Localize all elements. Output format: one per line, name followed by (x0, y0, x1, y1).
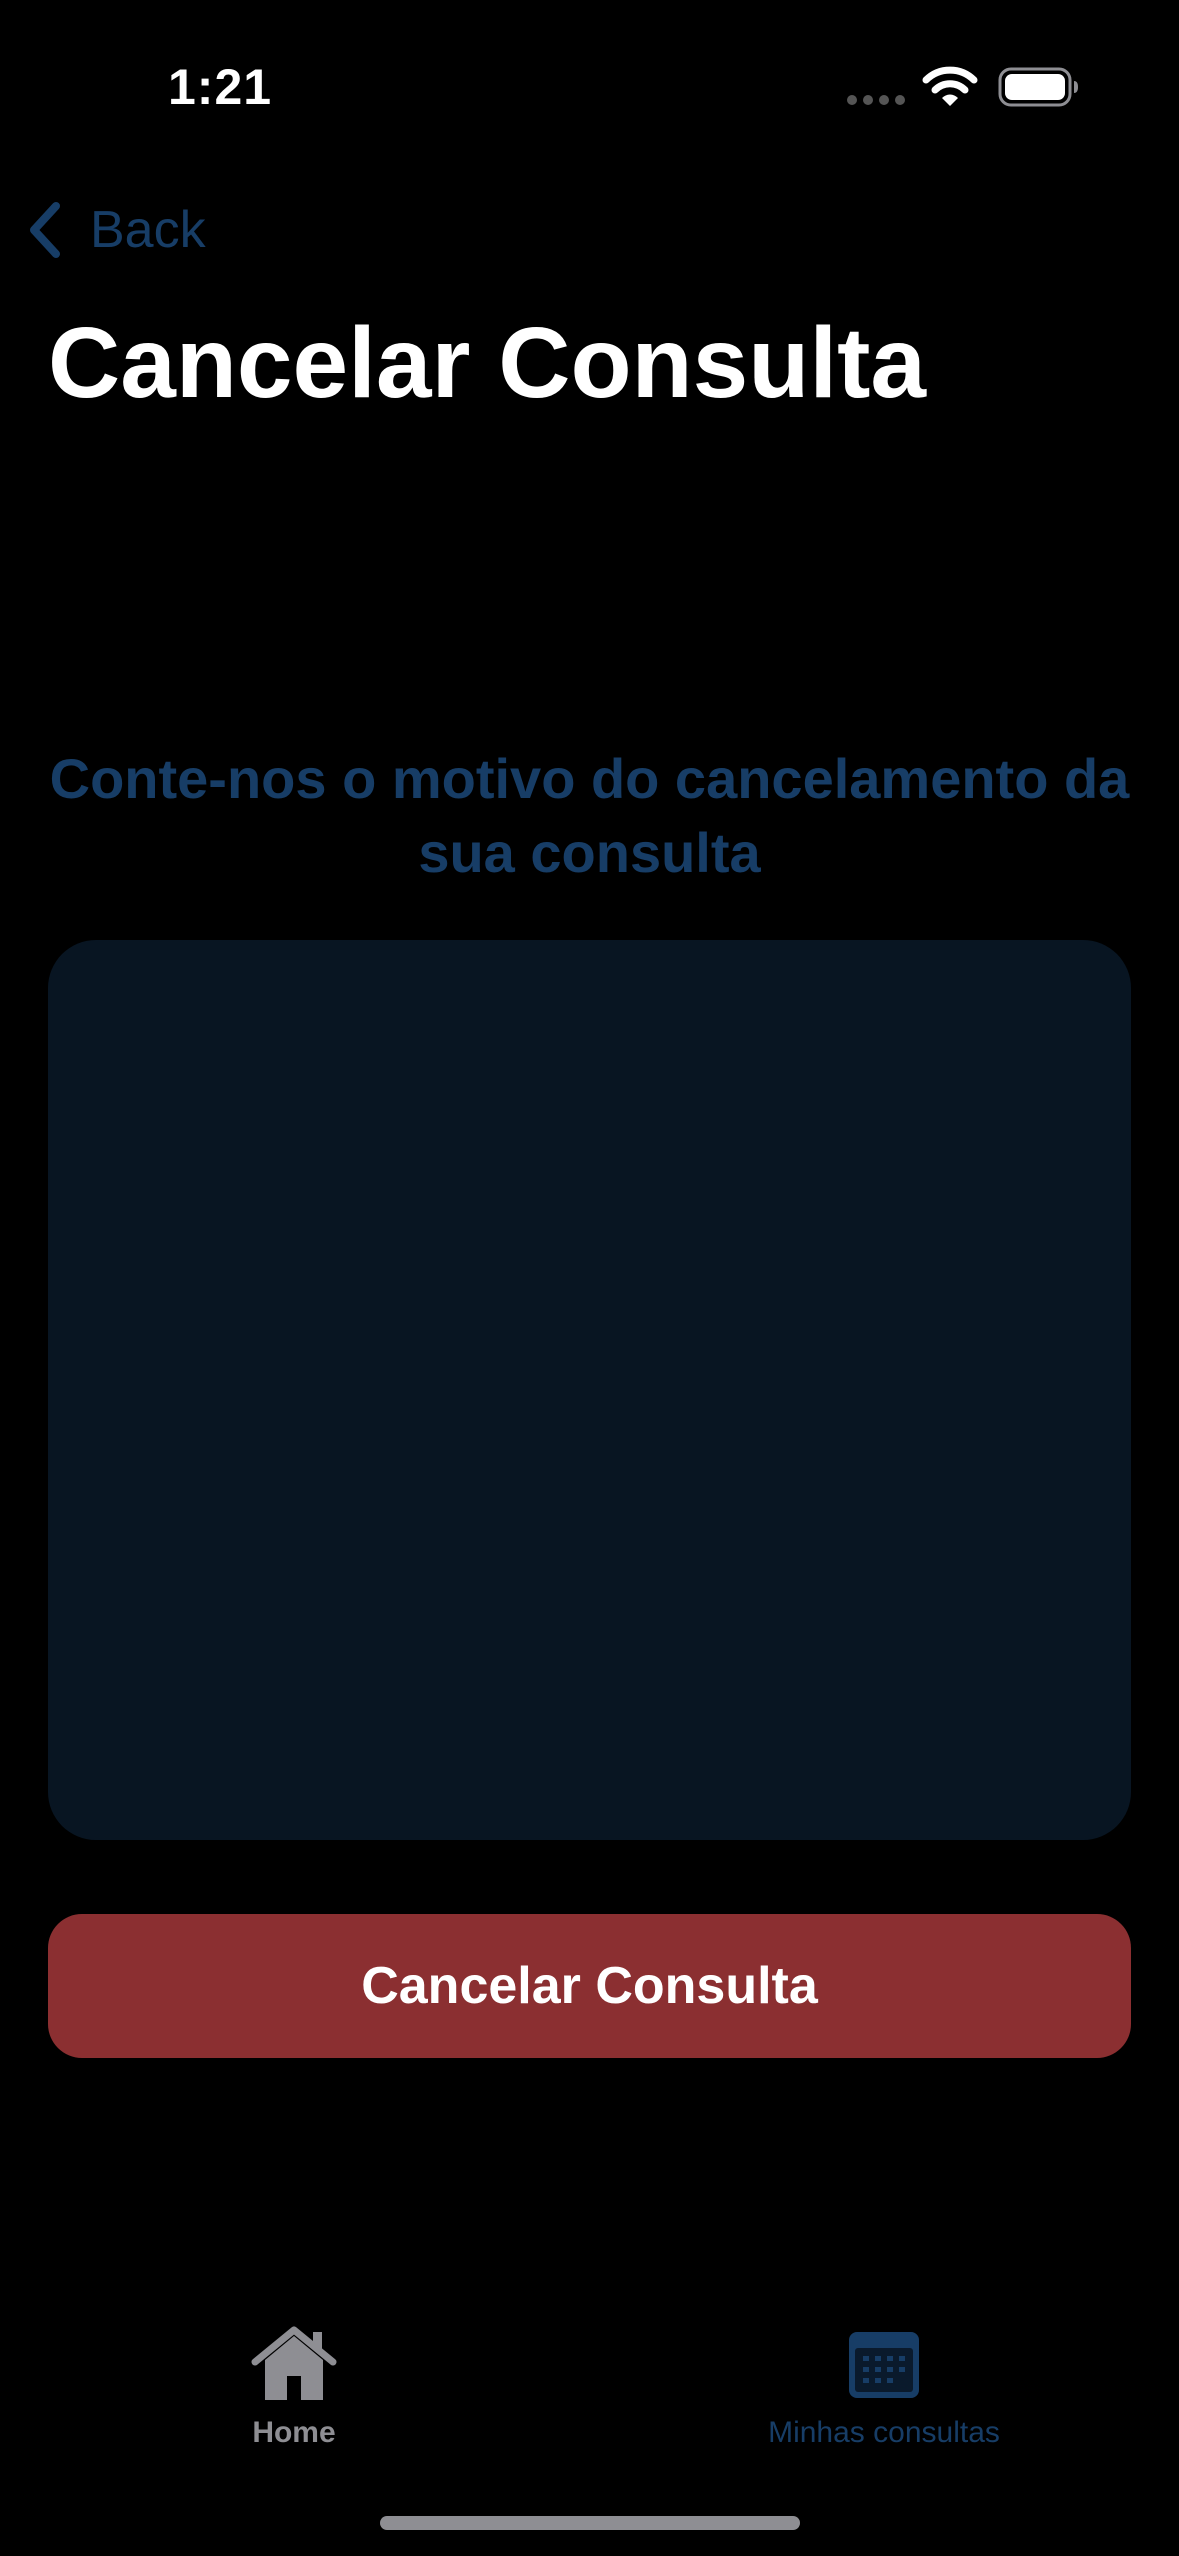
house-icon (251, 2326, 337, 2400)
cancel-appointment-button-label: Cancelar Consulta (361, 1957, 818, 2015)
back-button[interactable]: Back (24, 190, 206, 270)
tab-minhas-consultas-label: Minhas consultas (768, 2416, 1000, 2449)
cancel-appointment-button[interactable]: Cancelar Consulta (48, 1914, 1131, 2058)
home-indicator[interactable] (380, 2516, 800, 2530)
battery-icon (998, 67, 1078, 107)
calendar-icon (849, 2332, 919, 2398)
tab-home[interactable]: Home (114, 2324, 474, 2450)
tab-bar: Home Minhas consultas (0, 2300, 1179, 2480)
tab-home-label: Home (252, 2416, 336, 2449)
cancel-reason-input[interactable] (48, 940, 1131, 1840)
tab-minhas-consultas[interactable]: Minhas consultas (704, 2324, 1064, 2450)
wifi-icon (922, 66, 978, 106)
cellular-signal-icon (847, 95, 905, 105)
status-bar: 1:21 (0, 0, 1179, 150)
page-title: Cancelar Consulta (48, 307, 927, 419)
status-time: 1:21 (168, 59, 273, 115)
chevron-left-icon (30, 202, 60, 258)
cancel-reason-prompt: Conte-nos o motivo do cancelamento da su… (49, 747, 1130, 884)
back-label: Back (90, 201, 206, 259)
